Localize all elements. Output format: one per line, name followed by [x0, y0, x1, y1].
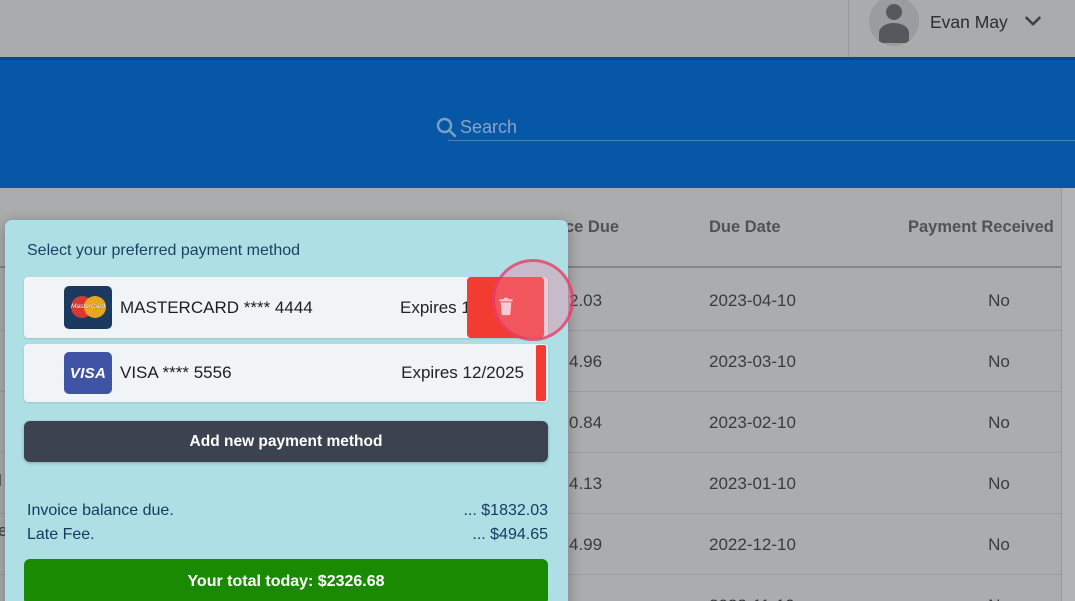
click-highlight-circle — [492, 259, 574, 341]
cell-due-date: 2023-02-10 — [709, 413, 796, 432]
summary-value: ... $1832.03 — [463, 502, 548, 519]
cell-balance-due: 4.96 — [569, 352, 603, 371]
add-payment-method-button[interactable]: Add new payment method — [24, 421, 548, 462]
visa-logo-text: VISA — [69, 364, 107, 382]
payment-modal: Select your preferred payment method Mas… — [5, 220, 568, 601]
summary-row: Invoice balance due. ... $1832.03 — [27, 499, 548, 523]
payment-card-row-visa[interactable]: VISA VISA **** 5556 Expires 12/2025 — [24, 344, 548, 402]
summary: Invoice balance due. ... $1832.03 Late F… — [27, 499, 548, 547]
cell-payment-received: No — [975, 575, 1023, 601]
summary-value: ... $494.65 — [472, 526, 548, 543]
cell-due-date: 2022-11-10 — [709, 575, 795, 601]
table-header-balance-due: ce Due — [565, 218, 620, 236]
topbar-divider — [848, 0, 849, 57]
cell-payment-received: No — [988, 291, 1010, 310]
summary-label: Late Fee. — [27, 526, 95, 543]
delete-card-button-collapsed[interactable] — [536, 345, 546, 401]
table-header-payment-received: Payment Received — [908, 218, 1054, 236]
banner-top-border — [0, 57, 1075, 60]
pay-total-button[interactable]: Your total today: $2326.68 — [24, 559, 548, 601]
card-expiry: Expires 12/2025 — [401, 363, 524, 382]
person-icon — [886, 4, 902, 20]
cell-due-date: 2023-03-10 — [709, 352, 796, 371]
cell-payment-received: No — [988, 352, 1010, 371]
card-expiry: Expires 1 — [400, 297, 471, 317]
table-header-due-date: Due Date — [709, 218, 781, 236]
person-icon — [879, 23, 909, 43]
payment-card-row-mastercard[interactable]: MasterCard MASTERCARD **** 4444 Expires … — [24, 277, 548, 338]
cell-balance-due: 0.84 — [569, 413, 603, 432]
mastercard-logo-text: MasterCard — [71, 303, 105, 310]
mastercard-logo: MasterCard — [64, 286, 112, 329]
visa-logo: VISA — [64, 352, 112, 394]
cell-payment-received: No — [988, 413, 1010, 432]
search-underline — [448, 140, 1075, 141]
scrollbar[interactable] — [1061, 188, 1075, 601]
cell-due-date: 2022-12-10 — [709, 535, 796, 554]
banner: Search — [0, 57, 1075, 188]
cell-balance-due: 4.99 — [569, 535, 603, 554]
cell-payment-received: No — [988, 535, 1010, 554]
user-name: Evan May — [930, 12, 1008, 32]
summary-label: Invoice balance due. — [27, 502, 174, 519]
modal-title: Select your preferred payment method — [27, 242, 301, 259]
screen: Evan May Search ce Due Due Date Payment … — [0, 0, 1075, 601]
card-label: MASTERCARD **** 4444 — [120, 297, 313, 317]
cell-due-date: 2023-04-10 — [709, 291, 796, 310]
search-input[interactable]: Search — [460, 112, 1060, 142]
card-label: VISA **** 5556 — [120, 363, 232, 382]
topbar: Evan May — [0, 0, 1075, 57]
cell-due-date: 2023-01-10 — [709, 474, 796, 493]
summary-row: Late Fee. ... $494.65 — [27, 523, 548, 547]
search-icon — [434, 115, 458, 139]
edge-text-fragment: l — [0, 471, 2, 491]
cell-balance-due: 4.13 — [569, 474, 603, 493]
cell-payment-received: No — [988, 474, 1010, 493]
chevron-down-icon[interactable] — [1020, 8, 1046, 34]
